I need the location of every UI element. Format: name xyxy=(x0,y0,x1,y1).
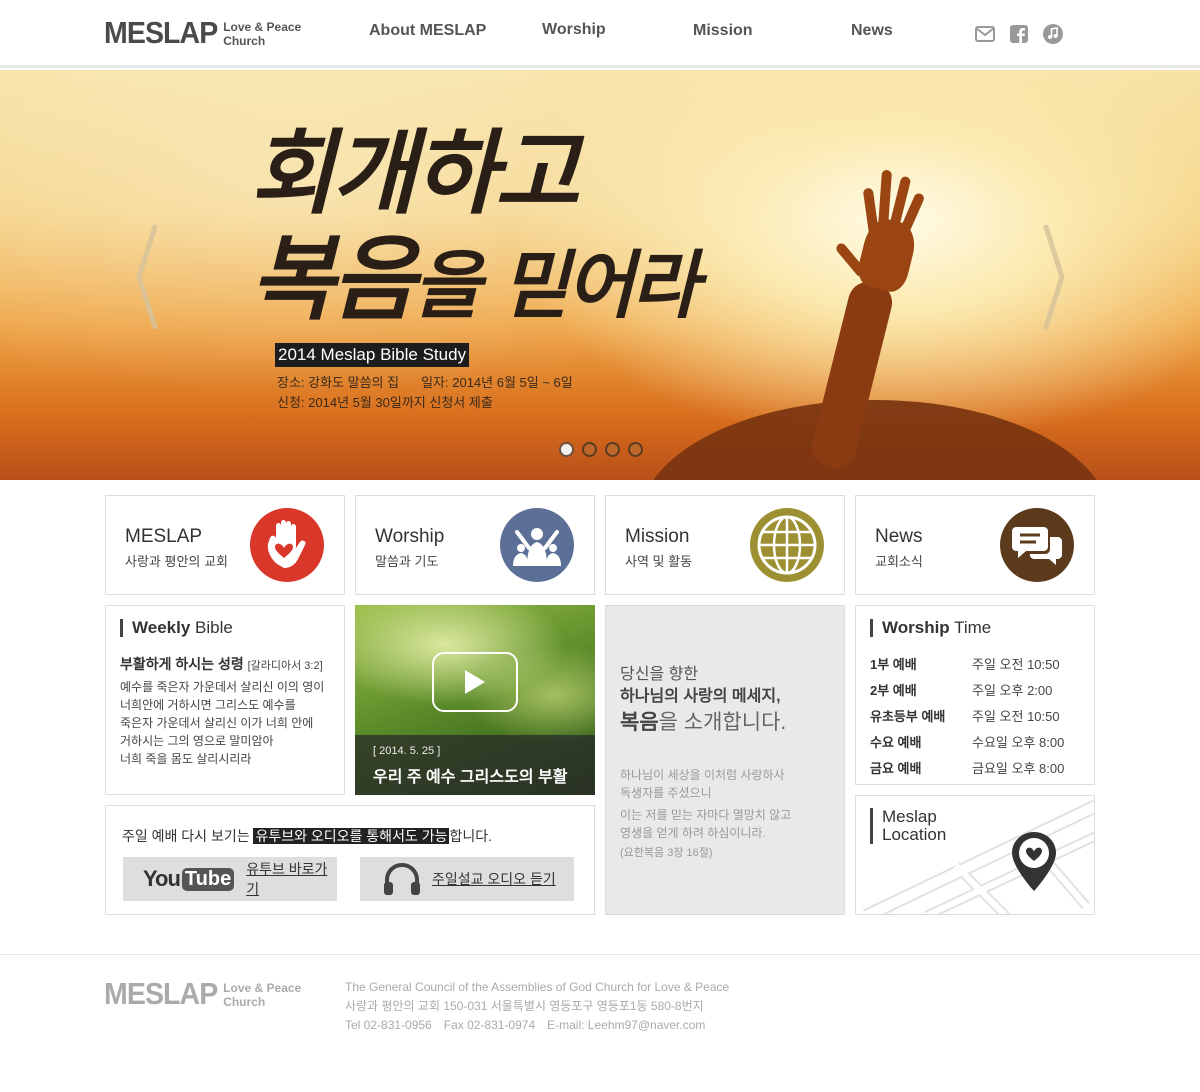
tile-meslap[interactable]: MESLAP 사랑과 평안의 교회 xyxy=(105,495,345,595)
site-logo[interactable]: MESLAP Love & Peace Church xyxy=(104,16,301,50)
worship-people-icon xyxy=(500,508,574,582)
youtube-logo-icon: You Tube xyxy=(143,866,235,892)
headphones-icon xyxy=(382,862,422,896)
worship-time-row: 2부 예배 주일 오후 2:00 xyxy=(870,683,1053,698)
location-heading: Meslap Location xyxy=(870,808,946,844)
nav-mission[interactable]: Mission xyxy=(693,22,753,40)
slide-pagination xyxy=(559,442,643,457)
replay-text: 주일 예배 다시 보기는 유투브와 오디오를 통해서도 가능 합니다. xyxy=(122,828,493,844)
message-line1: 당신을 향한 xyxy=(620,666,699,683)
tile-subtitle: 사역 및 활동 xyxy=(625,554,693,569)
tile-title: News xyxy=(875,526,923,547)
hero-slider: 회개하고 복음을 믿어라 2014 Meslap Bible Study 장소:… xyxy=(0,70,1200,480)
logo-wordmark: MESLAP xyxy=(104,15,218,50)
audio-link-label: 주일설교 오디오 듣기 xyxy=(432,871,556,887)
play-button[interactable] xyxy=(432,652,518,712)
weekly-bible-box: Weekly Bible 부활하게 하시는 성령 [갈라디아서 3:2] 예수를… xyxy=(105,605,345,795)
footer-logo-wordmark: MESLAP xyxy=(104,976,218,1011)
hero-event-info: 장소: 강화도 말씀의 집 일자: 2014년 6월 5일 ~ 6일 신청: 20… xyxy=(277,375,573,410)
verse-title: 부활하게 하시는 성령 [갈라디아서 3:2] xyxy=(120,656,323,672)
tile-mission[interactable]: Mission 사역 및 활동 xyxy=(605,495,845,595)
slide-dot-1[interactable] xyxy=(559,442,574,457)
gospel-message-box: 당신을 향한 하나님의 사랑의 메세지, 복음을 소개합니다. 하나님이 세상을… xyxy=(605,605,845,915)
footer-info: The General Council of the Assemblies of… xyxy=(345,980,730,1032)
nav-about[interactable]: About MESLAP xyxy=(369,22,486,40)
video-title: 우리 주 예수 그리스도의 부활 xyxy=(373,769,568,786)
logo-tagline: Love & Peace Church xyxy=(223,20,302,48)
message-line3: 복음을 소개합니다. xyxy=(620,711,787,734)
tile-subtitle: 교회소식 xyxy=(875,554,923,569)
worship-time-heading: Worship Time xyxy=(870,619,991,637)
message-reference: (요한복음 3장 16절) xyxy=(620,847,713,859)
site-footer: MESLAP Love & Peace Church The General C… xyxy=(0,954,1200,1092)
globe-icon xyxy=(750,508,824,582)
music-icon[interactable] xyxy=(1043,24,1063,44)
worship-time-row: 유초등부 예배 주일 오전 10:50 xyxy=(870,709,1060,724)
mail-icon[interactable] xyxy=(975,24,995,44)
site-header: MESLAP Love & Peace Church About MESLAP … xyxy=(0,0,1200,68)
prev-slide-arrow[interactable] xyxy=(133,224,163,330)
worship-time-row: 1부 예배 주일 오전 10:50 xyxy=(870,657,1060,672)
footer-logo: MESLAP Love & Peace Church xyxy=(104,977,301,1011)
nav-worship[interactable]: Worship xyxy=(542,21,606,39)
slide-dot-4[interactable] xyxy=(628,442,643,457)
nav-news[interactable]: News xyxy=(851,22,893,40)
hand-heart-icon xyxy=(250,508,324,582)
youtube-link-label: 유투브 바로가기 xyxy=(246,861,328,897)
tile-title: Mission xyxy=(625,526,690,547)
tile-news[interactable]: News 교회소식 xyxy=(855,495,1095,595)
message-paragraph1: 하나님이 세상을 이처럼 사랑하사 독생자를 주셨으니 xyxy=(620,768,785,800)
tile-title: Worship xyxy=(375,526,445,547)
weekly-bible-heading: Weekly Bible xyxy=(120,619,233,637)
hero-title: 회개하고 복음을 믿어라 xyxy=(250,119,699,333)
map-pin-icon xyxy=(1008,829,1060,898)
worship-time-row: 금요 예배 금요일 오후 8:00 xyxy=(870,761,1065,776)
tile-worship[interactable]: Worship 말씀과 기도 xyxy=(355,495,595,595)
tile-subtitle: 사랑과 평안의 교회 xyxy=(125,554,228,569)
video-date: [ 2014. 5. 25 ] xyxy=(373,745,441,757)
location-box[interactable]: Meslap Location xyxy=(855,795,1095,915)
tile-title: MESLAP xyxy=(125,526,203,547)
next-slide-arrow[interactable] xyxy=(1038,224,1068,330)
chat-bubbles-icon xyxy=(1000,508,1074,582)
slide-dot-3[interactable] xyxy=(605,442,620,457)
audio-button[interactable]: 주일설교 오디오 듣기 xyxy=(360,857,574,901)
footer-logo-tagline: Love & Peace Church xyxy=(223,981,302,1009)
message-paragraph2: 이는 저를 믿는 자마다 멸망치 않고 영생을 얻게 하려 하심이니라. xyxy=(620,808,792,840)
message-line2: 하나님의 사랑의 메세지, xyxy=(620,688,781,705)
verse-text: 예수를 죽은자 가운데서 살리신 이의 영이 너희안에 거하시면 그리스도 예수… xyxy=(120,680,325,766)
sermon-video[interactable]: [ 2014. 5. 25 ] 우리 주 예수 그리스도의 부활 xyxy=(355,605,595,795)
facebook-icon[interactable] xyxy=(1009,24,1029,44)
worship-time-row: 수요 예배 수요일 오후 8:00 xyxy=(870,735,1065,750)
worship-time-box: Worship Time 1부 예배 주일 오전 10:50 2부 예배 주일 오후… xyxy=(855,605,1095,785)
slide-dot-2[interactable] xyxy=(582,442,597,457)
hero-event-badge: 2014 Meslap Bible Study xyxy=(275,343,470,367)
sermon-replay-box: 주일 예배 다시 보기는 유투브와 오디오를 통해서도 가능 합니다. You Tu… xyxy=(105,805,595,915)
video-caption: [ 2014. 5. 25 ] 우리 주 예수 그리스도의 부활 xyxy=(355,735,595,795)
header-icons xyxy=(975,24,1063,44)
tile-subtitle: 말씀과 기도 xyxy=(375,554,439,569)
youtube-button[interactable]: You Tube 유투브 바로가기 xyxy=(123,857,337,901)
